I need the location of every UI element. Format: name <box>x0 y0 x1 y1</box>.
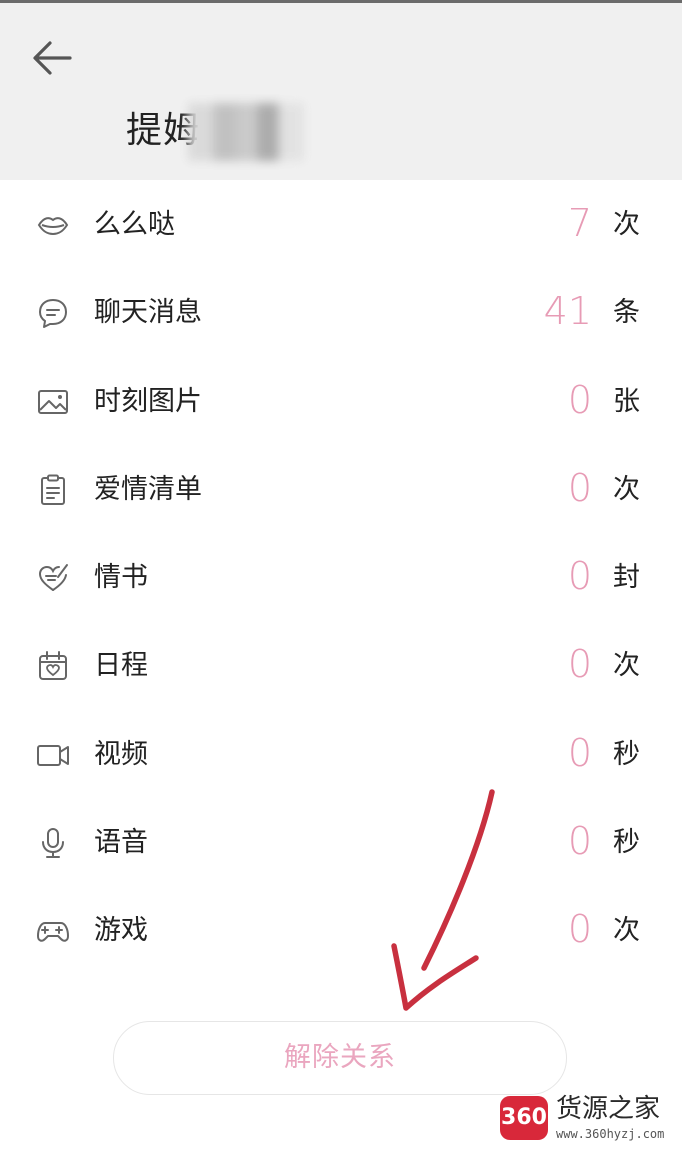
stat-unit: 秒 <box>613 738 640 770</box>
stat-label: 视频 <box>94 738 148 770</box>
stat-value: 0 <box>567 730 592 775</box>
stat-row-love-list[interactable]: 爱情清单 0 次 <box>0 447 682 535</box>
stat-label: 爱情清单 <box>94 473 202 505</box>
stat-value: 0 <box>567 554 592 599</box>
image-icon <box>36 385 70 419</box>
name-redaction-blur <box>188 103 304 161</box>
gamepad-icon <box>36 914 70 948</box>
stat-row-games[interactable]: 游戏 0 次 <box>0 888 682 976</box>
back-button[interactable] <box>26 33 80 83</box>
stat-unit: 次 <box>613 650 640 682</box>
stat-label: 么么哒 <box>94 209 175 240</box>
clipboard-icon <box>36 473 70 507</box>
stat-row-moment-photos[interactable]: 时刻图片 0 张 <box>0 359 682 447</box>
video-camera-icon <box>36 738 70 772</box>
stat-label: 日程 <box>94 650 148 682</box>
stat-row-chat-messages[interactable]: 聊天消息 41 条 <box>0 270 682 358</box>
stat-label: 时刻图片 <box>94 385 202 417</box>
microphone-icon <box>36 826 70 860</box>
stat-label: 情书 <box>94 562 148 594</box>
stat-row-voice[interactable]: 语音 0 秒 <box>0 800 682 888</box>
stat-value: 0 <box>567 377 592 422</box>
stat-row-video[interactable]: 视频 0 秒 <box>0 712 682 800</box>
stat-unit: 次 <box>613 915 640 947</box>
watermark: 360 货源之家 www.360hyzj.com <box>498 1094 682 1146</box>
stat-value: 7 <box>567 201 592 245</box>
lips-icon <box>36 208 70 242</box>
watermark-badge: 360 <box>500 1096 548 1140</box>
stat-unit: 次 <box>613 473 640 505</box>
stat-unit: 封 <box>613 562 640 594</box>
partner-name: 提姆 <box>126 101 304 161</box>
stat-label: 游戏 <box>94 915 148 947</box>
stat-value: 0 <box>567 819 592 864</box>
stat-unit: 张 <box>613 385 640 417</box>
stat-value: 0 <box>567 642 592 687</box>
chat-bubble-icon <box>36 296 70 330</box>
stats-list: 么么哒 7 次 聊天消息 41 条 时刻图片 0 张 爱情清单 0 次 情书 0… <box>0 182 682 977</box>
top-bar: 提姆 <box>0 0 682 180</box>
stat-value: 41 <box>543 289 592 334</box>
arrow-left-icon <box>33 41 72 75</box>
watermark-name: 货源之家 <box>556 1094 661 1124</box>
stat-unit: 秒 <box>613 827 640 859</box>
stat-unit: 条 <box>613 297 640 329</box>
unbind-relationship-button[interactable]: 解除关系 <box>113 1021 567 1095</box>
calendar-heart-icon <box>36 649 70 683</box>
stat-unit: 次 <box>613 209 640 240</box>
love-letter-heart-icon <box>36 561 70 595</box>
watermark-url: www.360hyzj.com <box>556 1127 665 1141</box>
stat-row-kisses[interactable]: 么么哒 7 次 <box>0 182 682 270</box>
stat-row-schedule[interactable]: 日程 0 次 <box>0 623 682 711</box>
stat-value: 0 <box>567 907 592 952</box>
stat-value: 0 <box>567 465 592 510</box>
stat-label: 聊天消息 <box>94 297 202 329</box>
stat-label: 语音 <box>94 827 148 859</box>
stat-row-love-letters[interactable]: 情书 0 封 <box>0 535 682 623</box>
